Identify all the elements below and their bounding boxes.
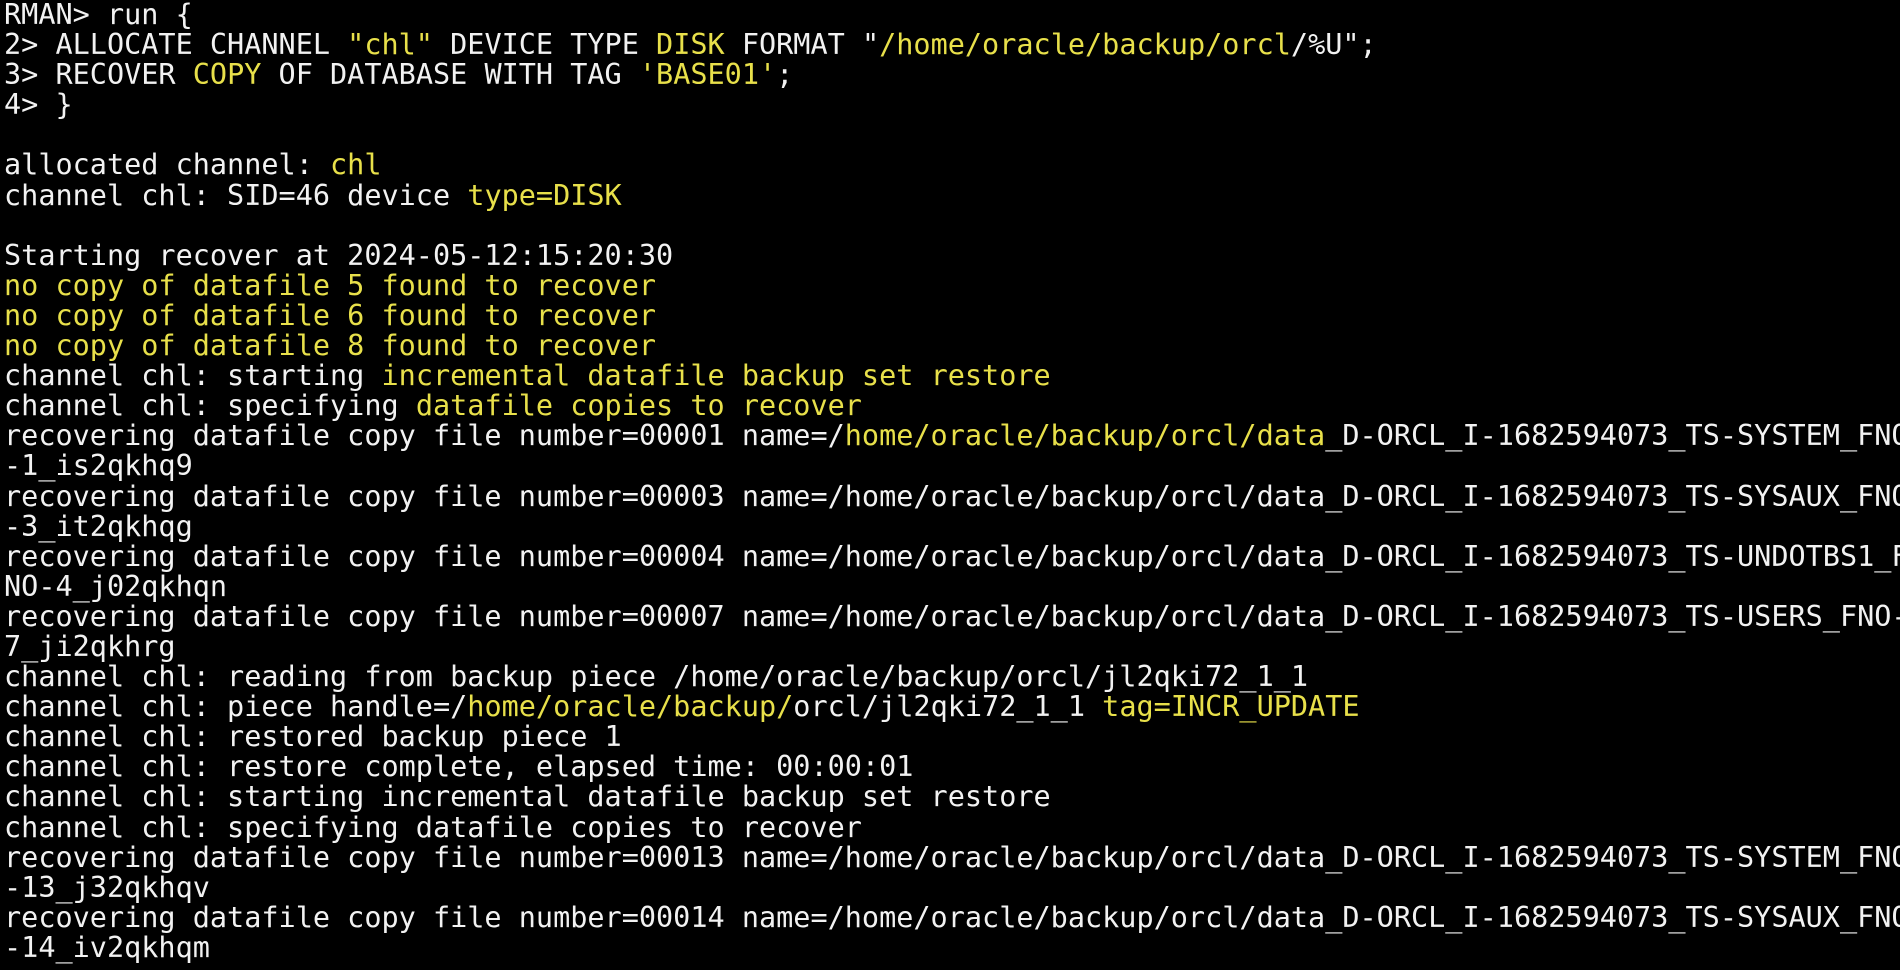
terminal-line: channel chl: specifying datafile copies … (4, 810, 1900, 844)
highlighted-text: no copy of datafile 6 found to recover (4, 298, 657, 332)
output-text: 4> } (4, 88, 73, 122)
output-text: /%U"; (1290, 28, 1377, 62)
output-text: Starting recover at 2024-05-12:15:20:30 (4, 238, 674, 272)
output-text: channel chl: reading from backup piece /… (4, 660, 1309, 694)
terminal-line: recovering datafile copy file number=000… (4, 599, 1900, 633)
highlighted-text: incremental datafile backup set restore (381, 359, 1051, 393)
highlighted-text: type=DISK (467, 178, 622, 212)
output-text: channel chl: specifying datafile copies … (4, 810, 862, 844)
output-text: 2> ALLOCATE CHANNEL (4, 28, 348, 62)
terminal-line: no copy of datafile 8 found to recover (4, 329, 1900, 363)
terminal-line: no copy of datafile 5 found to recover (4, 268, 1900, 302)
terminal-line: recovering datafile copy file number=000… (4, 900, 1900, 934)
output-text: ; (776, 58, 794, 92)
terminal-line: -1_is2qkhq9 (4, 451, 1900, 481)
terminal-line: -3_it2qkhqg (4, 509, 1900, 543)
highlighted-text: "chl" (347, 28, 433, 62)
terminal-line: channel chl: restore complete, elapsed t… (4, 752, 1900, 782)
terminal-line: channel chl: starting incremental datafi… (4, 361, 1900, 391)
terminal-line: recovering datafile copy file number=000… (4, 421, 1900, 451)
output-text: -1_is2qkhq9 (4, 449, 193, 483)
output-text: allocated channel: (4, 148, 331, 182)
highlighted-text: /home/oracle/backup/orcl (879, 28, 1291, 62)
output-text: -14_iv2qkhqm (4, 930, 210, 964)
highlighted-text: 'BASE01' (638, 58, 777, 92)
highlighted-text: home/oracle/backup/ (467, 690, 794, 724)
output-text: recovering datafile copy file number=000… (4, 479, 1900, 513)
terminal-line: channel chl: starting incremental datafi… (4, 782, 1900, 812)
output-text: channel chl: SID=46 device (4, 178, 468, 212)
output-text: channel chl: starting incremental datafi… (4, 780, 1051, 814)
output-text: RMAN> run { (4, 0, 193, 31)
highlighted-text: tag=INCR_UPDATE (1102, 690, 1360, 724)
output-text: channel chl: specifying (4, 389, 416, 423)
highlighted-text: no copy of datafile 8 found to recover (4, 329, 657, 363)
highlighted-text: DISK (656, 28, 725, 62)
output-text: recovering datafile copy file number=000… (4, 840, 1900, 874)
output-text: channel chl: starting (4, 359, 382, 393)
output-text: channel chl: piece handle=/ (4, 690, 468, 724)
highlighted-text: datafile copies to recover (415, 389, 862, 423)
output-text: channel chl: restored backup piece 1 (4, 720, 622, 754)
output-text: recovering datafile copy file number=000… (4, 539, 1900, 573)
highlighted-text: COPY (192, 58, 262, 92)
output-text: -13_j32qkhqv (4, 870, 210, 904)
terminal-line: allocated channel: chl (4, 150, 1900, 180)
output-text: channel chl: restore complete, elapsed t… (4, 750, 914, 784)
output-text: 3> RECOVER (4, 58, 193, 92)
terminal-line: channel chl: piece handle=/home/oracle/b… (4, 692, 1900, 722)
terminal-line: 3> RECOVER COPY OF DATABASE WITH TAG 'BA… (4, 60, 1900, 90)
terminal-line: 7_ji2qkhrg (4, 629, 1900, 663)
terminal-line: -13_j32qkhqv (4, 870, 1900, 904)
terminal-line: 2> ALLOCATE CHANNEL "chl" DEVICE TYPE DI… (4, 30, 1900, 60)
terminal-line: recovering datafile copy file number=000… (4, 840, 1900, 874)
terminal-line: 4> } (4, 90, 1900, 120)
terminal-line: recovering datafile copy file number=000… (4, 539, 1900, 573)
terminal-line: channel chl: specifying datafile copies … (4, 391, 1900, 421)
output-text: recovering datafile copy file number=000… (4, 599, 1900, 633)
terminal-line: channel chl: SID=46 device type=DISK (4, 178, 1900, 212)
highlighted-text: no copy of datafile 5 found to recover (4, 268, 657, 302)
output-text: OF DATABASE WITH TAG (261, 58, 639, 92)
highlighted-text: home/oracle/backup/orcl/data (844, 419, 1326, 453)
output-text: orcl/jl2qki72_1_1 (793, 690, 1103, 724)
output-text: recovering datafile copy file number=000… (4, 900, 1900, 934)
output-text: -3_it2qkhqg (4, 509, 193, 543)
terminal-window[interactable]: RMAN> run {2> ALLOCATE CHANNEL "chl" DEV… (0, 0, 1900, 970)
output-text: FORMAT " (724, 28, 880, 62)
output-text: NO-4_j02qkhqn (4, 569, 228, 603)
output-text: DEVICE TYPE (432, 28, 657, 62)
terminal-line: NO-4_j02qkhqn (4, 569, 1900, 603)
terminal-line: channel chl: restored backup piece 1 (4, 722, 1900, 752)
terminal-line: -14_iv2qkhqm (4, 930, 1900, 964)
terminal-line: recovering datafile copy file number=000… (4, 479, 1900, 513)
output-text: 7_ji2qkhrg (4, 629, 176, 663)
highlighted-text: chl (330, 148, 382, 182)
terminal-output: RMAN> run {2> ALLOCATE CHANNEL "chl" DEV… (4, 0, 1900, 963)
terminal-line: Starting recover at 2024-05-12:15:20:30 (4, 238, 1900, 272)
output-text: recovering datafile copy file number=000… (4, 419, 845, 453)
terminal-line: no copy of datafile 6 found to recover (4, 298, 1900, 332)
output-text: _D-ORCL_I-1682594073_TS-SYSTEM_FNO (1325, 419, 1900, 453)
terminal-line: RMAN> run { (4, 0, 1900, 30)
terminal-line: channel chl: reading from backup piece /… (4, 662, 1900, 692)
